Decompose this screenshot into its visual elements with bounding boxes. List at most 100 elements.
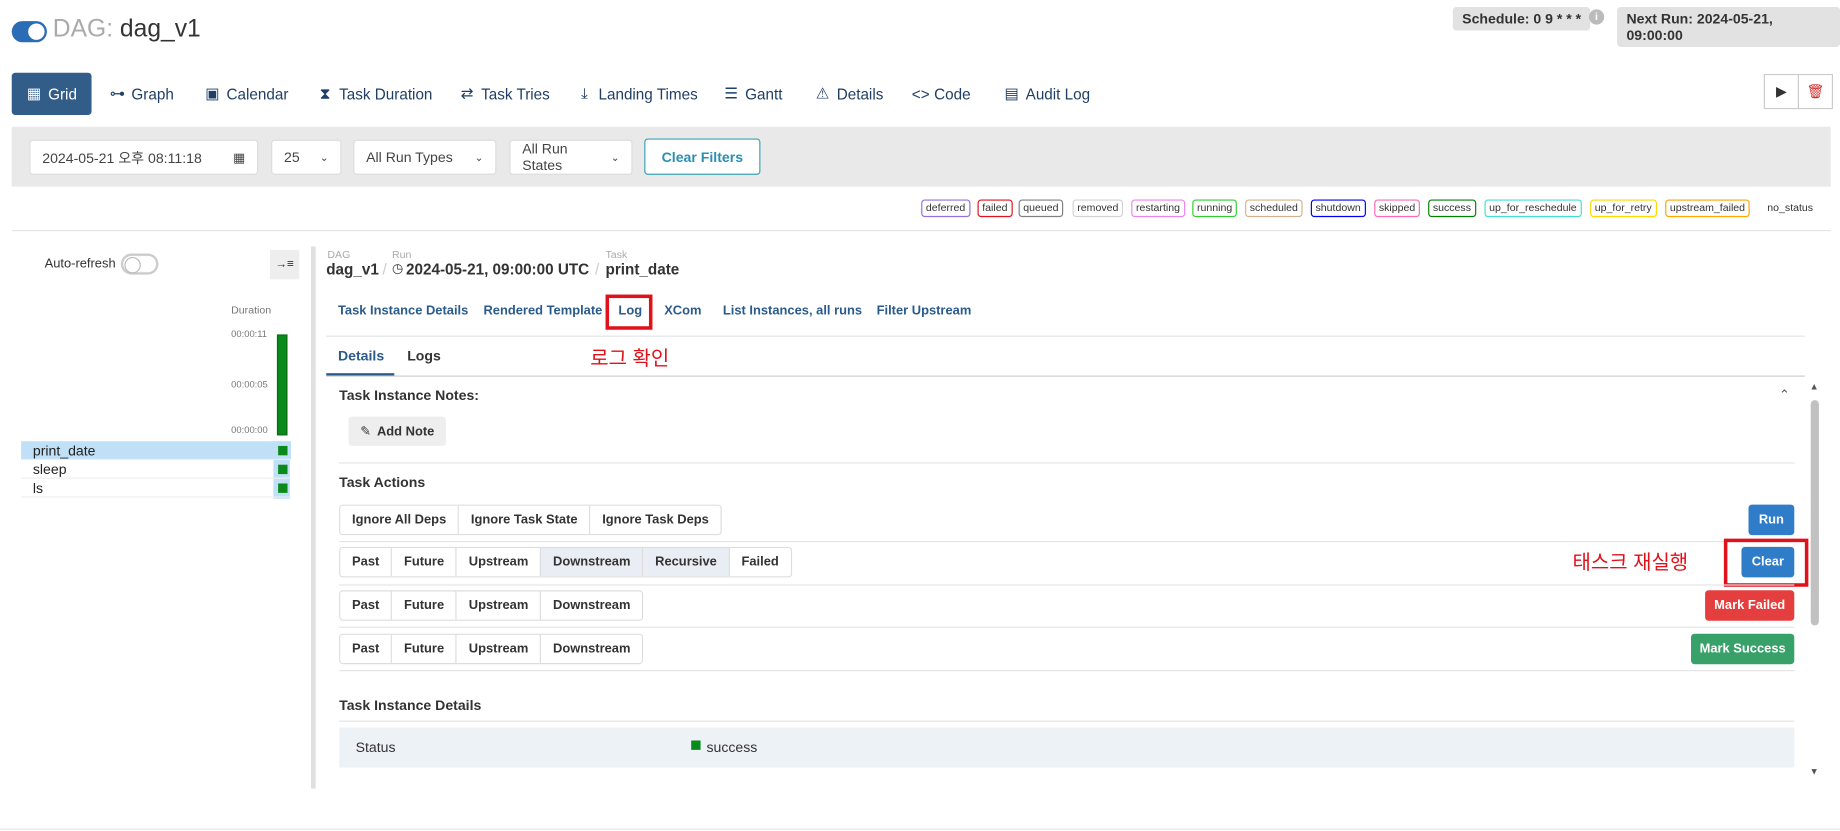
legend-queued[interactable]: queued xyxy=(1018,199,1064,218)
info-icon[interactable]: i xyxy=(1588,9,1605,25)
notes-title: Task Instance Notes: xyxy=(339,387,479,404)
legend-upstream-failed[interactable]: upstream_failed xyxy=(1665,199,1750,218)
mark-success-upstream-toggle[interactable]: Upstream xyxy=(457,634,542,664)
nav-task-tries[interactable]: ⇄ Task Tries xyxy=(459,73,550,115)
legend-success[interactable]: success xyxy=(1428,199,1476,218)
run-states-select[interactable]: All Run States ⌄ xyxy=(509,139,633,175)
legend-removed[interactable]: removed xyxy=(1072,199,1124,218)
clear-past-toggle[interactable]: Past xyxy=(340,548,393,577)
duration-tick: 00:00:11 xyxy=(231,328,268,340)
nav-grid[interactable]: ▦ Grid xyxy=(11,72,92,116)
tab-logs[interactable]: Logs xyxy=(407,347,441,363)
mark-success-past-toggle[interactable]: Past xyxy=(340,634,393,664)
run-types-select[interactable]: All Run Types ⌄ xyxy=(353,139,497,175)
clear-downstream-toggle[interactable]: Downstream xyxy=(541,548,644,577)
scroll-up-icon[interactable]: ▲ xyxy=(1810,381,1819,392)
warning-icon: ⚠ xyxy=(815,84,830,103)
delete-dag-button[interactable]: 🗑 xyxy=(1797,73,1834,110)
legend-running[interactable]: running xyxy=(1192,199,1237,218)
task-row-print-date[interactable]: print_date xyxy=(21,441,292,461)
legend-no-status[interactable]: no_status xyxy=(1767,202,1813,214)
legend-up-for-retry[interactable]: up_for_retry xyxy=(1590,199,1657,218)
status-label: Status xyxy=(355,739,396,756)
legend-skipped[interactable]: skipped xyxy=(1374,199,1420,218)
clear-filters-button[interactable]: Clear Filters xyxy=(644,138,761,175)
dag-prefix: DAG: xyxy=(52,15,114,43)
breadcrumb-dag-label: DAG xyxy=(327,248,351,261)
breadcrumb-run[interactable]: 2024-05-21, 09:00:00 UTC xyxy=(406,261,589,279)
ignore-all-deps-toggle[interactable]: Ignore All Deps xyxy=(340,505,460,534)
nav-calendar[interactable]: ▣ Calendar xyxy=(204,73,288,115)
link-rendered-template[interactable]: Rendered Template xyxy=(483,304,602,318)
task-instance-cell[interactable] xyxy=(278,464,288,475)
legend-scheduled[interactable]: scheduled xyxy=(1245,199,1303,218)
dag-name: dag_v1 xyxy=(119,15,201,43)
nav-gantt[interactable]: ☰ Gantt xyxy=(723,73,782,115)
legend-up-for-reschedule[interactable]: up_for_reschedule xyxy=(1484,199,1582,218)
link-filter-upstream[interactable]: Filter Upstream xyxy=(877,304,972,318)
chevron-down-icon: ⌄ xyxy=(474,150,484,163)
nav-task-duration[interactable]: ⧗ Task Duration xyxy=(317,73,433,115)
dag-pause-toggle[interactable] xyxy=(11,21,47,43)
duration-label: Duration xyxy=(231,303,272,316)
trigger-dag-button[interactable]: ▶ xyxy=(1763,73,1799,110)
mark-success-button[interactable]: Mark Success xyxy=(1691,633,1795,665)
clear-upstream-toggle[interactable]: Upstream xyxy=(457,548,542,577)
breadcrumb-task-label: Task xyxy=(605,248,628,261)
breadcrumb-task[interactable]: print_date xyxy=(606,261,680,279)
scrollbar-thumb[interactable] xyxy=(1810,400,1819,626)
landing-icon: ⤓ xyxy=(581,84,588,103)
task-row-ls[interactable]: ls xyxy=(21,479,292,498)
auto-refresh-toggle[interactable] xyxy=(120,253,159,275)
scroll-down-icon[interactable]: ▼ xyxy=(1810,766,1819,777)
run-duration-bar[interactable] xyxy=(276,334,288,436)
nav-graph[interactable]: ⊶ Graph xyxy=(109,73,174,115)
breadcrumb-dag[interactable]: dag_v1 xyxy=(326,261,379,279)
legend-restarting[interactable]: restarting xyxy=(1131,199,1185,218)
link-list-instances[interactable]: List Instances, all runs xyxy=(723,304,862,318)
ignore-task-deps-toggle[interactable]: Ignore Task Deps xyxy=(590,505,721,534)
add-note-button[interactable]: ✎ Add Note xyxy=(348,416,447,446)
panel-divider[interactable] xyxy=(310,246,316,789)
ignore-task-state-toggle[interactable]: Ignore Task State xyxy=(459,505,591,534)
task-instance-cell[interactable] xyxy=(278,445,288,456)
clear-future-toggle[interactable]: Future xyxy=(392,548,458,577)
mark-failed-downstream-toggle[interactable]: Downstream xyxy=(541,591,643,620)
mark-failed-past-toggle[interactable]: Past xyxy=(340,591,393,620)
clear-recursive-toggle[interactable]: Recursive xyxy=(643,548,730,577)
datetime-picker[interactable]: 2024-05-21 오후 08:11:18 ▦ xyxy=(29,139,259,175)
clear-failed-toggle[interactable]: Failed xyxy=(729,548,791,577)
nav-details[interactable]: ⚠ Details xyxy=(814,73,884,115)
collapse-chevron-icon[interactable]: ⌃ xyxy=(1779,387,1790,402)
run-button[interactable]: Run xyxy=(1748,504,1795,536)
mark-success-downstream-toggle[interactable]: Downstream xyxy=(541,634,643,664)
collapse-panel-button[interactable]: →≡ xyxy=(269,249,300,280)
mark-failed-upstream-toggle[interactable]: Upstream xyxy=(457,591,542,620)
status-value: success xyxy=(706,739,758,756)
nav-landing-times[interactable]: ⤓ Landing Times xyxy=(576,73,698,115)
nav-audit-log[interactable]: ▤ Audit Log xyxy=(1003,73,1090,115)
gantt-icon: ☰ xyxy=(724,84,738,103)
task-instance-cell[interactable] xyxy=(278,483,288,493)
nav-code[interactable]: <> Code xyxy=(912,73,971,115)
link-task-instance-details[interactable]: Task Instance Details xyxy=(338,304,468,318)
legend-failed[interactable]: failed xyxy=(977,199,1013,218)
mark-success-future-toggle[interactable]: Future xyxy=(392,634,458,664)
legend-deferred[interactable]: deferred xyxy=(921,199,970,218)
mark-failed-future-toggle[interactable]: Future xyxy=(392,591,458,620)
task-row-sleep[interactable]: sleep xyxy=(21,460,292,479)
annotation-log-check: 로그 확인 xyxy=(590,347,670,370)
tab-details[interactable]: Details xyxy=(338,347,384,363)
mark-failed-button[interactable]: Mark Failed xyxy=(1705,590,1795,621)
dag-title: DAG: dag_v1 xyxy=(53,15,201,43)
link-xcom[interactable]: XCom xyxy=(664,304,701,318)
run-options-group: Ignore All Deps Ignore Task State Ignore… xyxy=(339,504,722,536)
legend-shutdown[interactable]: shutdown xyxy=(1310,199,1366,218)
log-highlight-box xyxy=(605,294,653,330)
document-icon: ▤ xyxy=(1004,84,1019,103)
pencil-icon: ✎ xyxy=(360,424,372,439)
clear-button[interactable]: Clear xyxy=(1741,546,1795,578)
play-icon: ▶ xyxy=(1775,83,1787,100)
num-runs-select[interactable]: 25 ⌄ xyxy=(271,139,342,175)
ti-details-title: Task Instance Details xyxy=(339,697,482,714)
